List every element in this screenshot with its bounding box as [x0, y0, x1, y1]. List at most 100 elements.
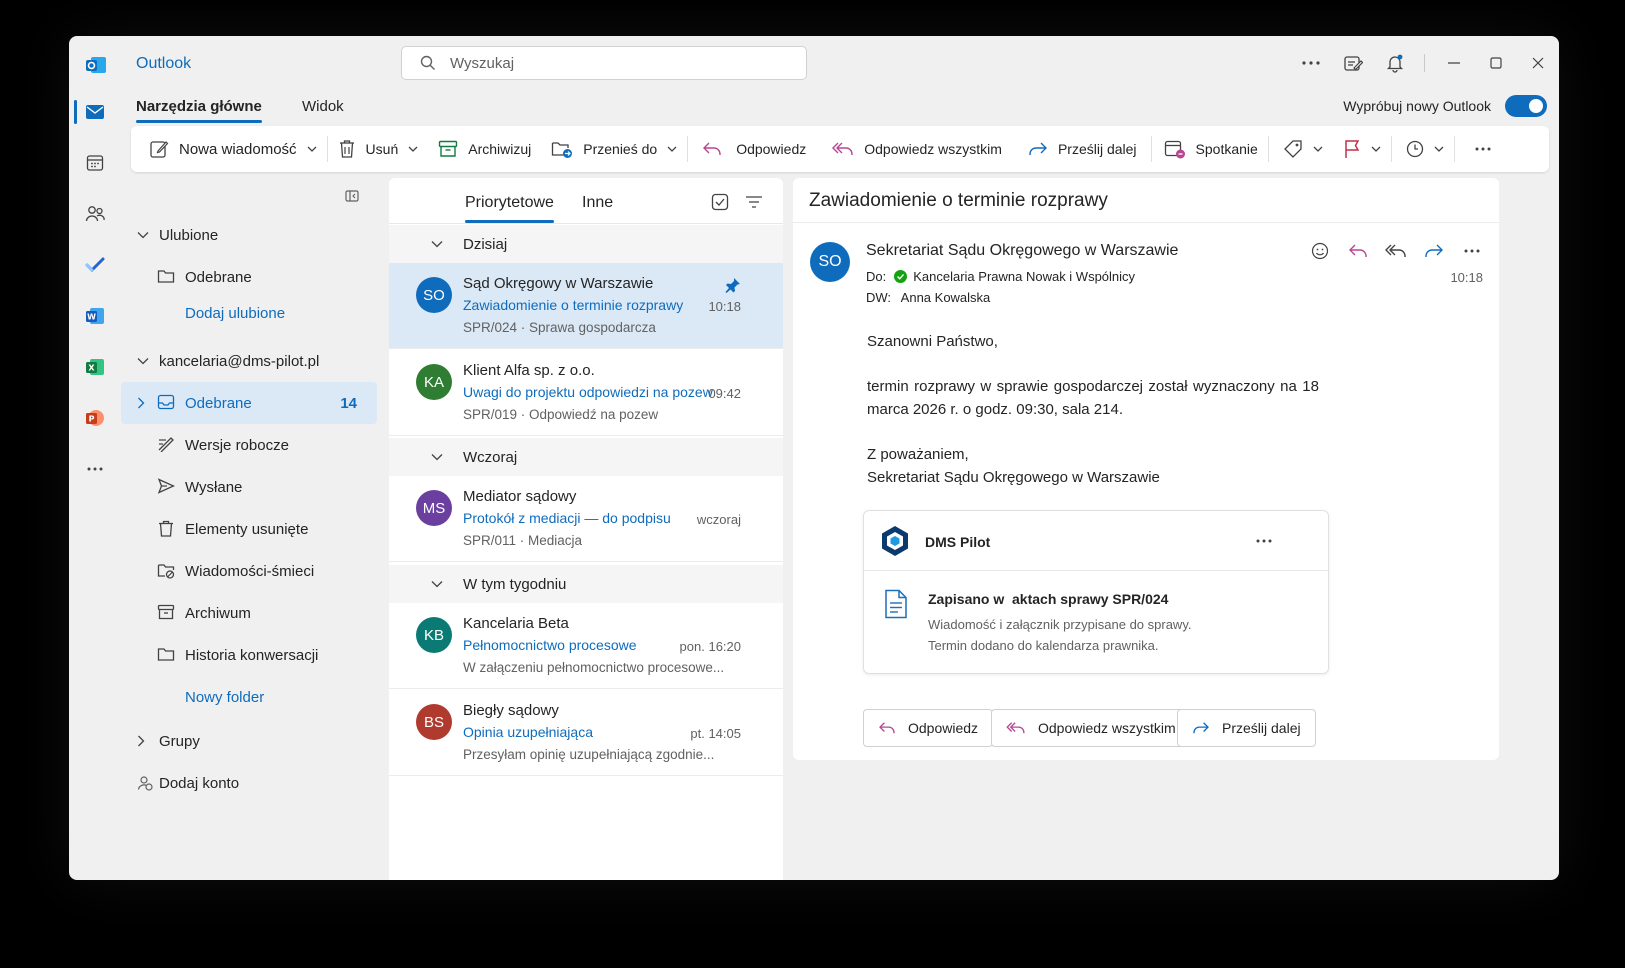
close-button[interactable] [1517, 46, 1559, 80]
tab-focused[interactable]: Priorytetowe [465, 194, 554, 223]
maximize-button[interactable] [1475, 46, 1517, 80]
meeting-button[interactable]: Spotkanie [1152, 126, 1268, 172]
reply-all-action-label: Odpowiedz wszystkim [1038, 720, 1176, 736]
filter-icon[interactable] [745, 196, 763, 208]
new-message-button[interactable]: Nowa wiadomość [131, 126, 327, 172]
title-bar-separator [1424, 54, 1425, 72]
tab-other[interactable]: Inne [582, 194, 613, 212]
forward-button[interactable]: Prześlij dalej [1018, 126, 1151, 172]
new-folder-link[interactable]: Nowy folder [121, 676, 377, 718]
group-header-today[interactable]: Dzisiaj [389, 225, 783, 263]
rail-todo[interactable] [69, 245, 121, 285]
word-icon: W [86, 308, 104, 324]
email-actions [1301, 234, 1491, 268]
email-reply-icon-button[interactable] [1339, 234, 1377, 268]
cc-recipient[interactable]: Anna Kowalska [901, 290, 991, 305]
group-label: Wczoraj [463, 448, 518, 466]
reply-all-action-button[interactable]: Odpowiedz wszystkim [991, 709, 1191, 747]
folder-item-inbox[interactable]: Odebrane 14 [121, 382, 377, 424]
email-signature: Sekretariat Sądu Okręgowego w Warszawie [867, 469, 1160, 486]
email-more-button[interactable] [1453, 234, 1491, 268]
reply-button[interactable]: Odpowiedz [688, 126, 822, 172]
group-header-yesterday[interactable]: Wczoraj [389, 438, 783, 476]
email-forward-icon-button[interactable] [1415, 234, 1453, 268]
folder-item-conversation-history[interactable]: Historia konwersacji [121, 634, 377, 676]
rail-people[interactable] [69, 194, 121, 234]
message-item[interactable]: KA Klient Alfa sp. z o.o. Uwagi do proje… [389, 350, 783, 436]
more-horizontal-icon[interactable] [1256, 539, 1272, 543]
chevron-down-icon[interactable] [1313, 146, 1323, 152]
reply-all-button[interactable]: Odpowiedz wszystkim [822, 126, 1018, 172]
reply-action-button[interactable]: Odpowiedz [863, 709, 994, 747]
message-item[interactable]: BS Biegły sądowy Opinia uzupełniająca Pr… [389, 690, 783, 776]
tab-view[interactable]: Widok [302, 98, 344, 115]
minimize-button[interactable] [1433, 46, 1475, 80]
group-header-this-week[interactable]: W tym tygodniu [389, 565, 783, 603]
folder-item-deleted[interactable]: Elementy usunięte [121, 508, 377, 550]
rail-excel[interactable]: X [69, 347, 121, 387]
message-time: wczoraj [696, 512, 741, 527]
folder-item-drafts[interactable]: Wersje robocze [121, 424, 377, 466]
rail-more-apps[interactable] [69, 449, 121, 489]
chevron-down-icon [137, 358, 149, 365]
email-time: 10:18 [1450, 270, 1483, 285]
my-day-button[interactable] [1332, 46, 1374, 80]
groups-header[interactable]: Grupy [121, 720, 377, 762]
app-rail: W X P [69, 92, 121, 880]
email-cc: DW: Anna Kowalska [866, 290, 990, 305]
archive-button[interactable]: Archiwizuj [428, 126, 541, 172]
toolbar-more-button[interactable] [1455, 126, 1501, 172]
folder-item-archive[interactable]: Archiwum [121, 592, 377, 634]
sender-avatar[interactable]: SO [810, 242, 850, 282]
to-recipient[interactable]: Kancelaria Prawna Nowak i Wspólnicy [913, 269, 1135, 284]
collapse-pane-icon[interactable] [345, 190, 359, 202]
chevron-down-icon[interactable] [1434, 146, 1444, 152]
email-body-text: termin rozprawy w sprawie gospodarczej z… [867, 378, 1319, 418]
chevron-right-icon[interactable] [137, 397, 145, 409]
rail-word[interactable]: W [69, 296, 121, 336]
move-to-button[interactable]: Przenieś do [541, 126, 687, 172]
add-account-button[interactable]: Dodaj konto [121, 762, 377, 804]
more-options-button[interactable] [1290, 46, 1332, 80]
chevron-down-icon[interactable] [1371, 146, 1381, 152]
message-time: pon. 16:20 [679, 639, 741, 654]
more-horizontal-icon [87, 467, 103, 471]
chevron-down-icon[interactable] [667, 146, 677, 152]
react-button[interactable] [1301, 234, 1339, 268]
notifications-button[interactable] [1374, 46, 1416, 80]
message-item[interactable]: KB Kancelaria Beta Pełnomocnictwo proces… [389, 603, 783, 689]
chevron-down-icon[interactable] [408, 146, 418, 152]
add-favorite-link[interactable]: Dodaj ulubione [121, 292, 377, 334]
email-sender[interactable]: Sekretariat Sądu Okręgowego w Warszawie [866, 242, 1178, 260]
archive-icon [439, 140, 458, 157]
card-header: DMS Pilot [864, 511, 1328, 571]
message-time: 09:42 [708, 386, 741, 401]
delete-button[interactable]: Usuń [328, 126, 429, 172]
search-input[interactable] [450, 54, 770, 72]
categorize-button[interactable] [1269, 126, 1333, 172]
trash-icon [339, 140, 354, 158]
forward-action-button[interactable]: Prześlij dalej [1177, 709, 1316, 747]
pin-icon[interactable] [725, 277, 741, 293]
snooze-button[interactable] [1392, 126, 1454, 172]
addin-status-line: Wiadomość i załącznik przypisane do spra… [928, 617, 1192, 632]
message-sender: Sąd Okręgowy w Warszawie [463, 275, 654, 292]
account-header[interactable]: kancelaria@dms-pilot.pl [121, 340, 377, 382]
search-box[interactable] [401, 46, 807, 80]
email-subject: Zawiadomienie o terminie rozprawy [809, 190, 1108, 211]
folder-item-sent[interactable]: Wysłane [121, 466, 377, 508]
tab-home[interactable]: Narzędzia główne [136, 98, 262, 123]
try-new-outlook-toggle[interactable] [1505, 95, 1547, 117]
chevron-down-icon[interactable] [307, 146, 317, 152]
folder-item-junk[interactable]: Wiadomości-śmieci [121, 550, 377, 592]
rail-calendar[interactable] [69, 143, 121, 183]
rail-powerpoint[interactable]: P [69, 398, 121, 438]
message-item[interactable]: SO Sąd Okręgowy w Warszawie Zawiadomieni… [389, 263, 783, 349]
select-check-icon[interactable] [711, 193, 729, 211]
favorites-header[interactable]: Ulubione [121, 214, 377, 256]
rail-mail[interactable] [69, 92, 121, 132]
message-item[interactable]: MS Mediator sądowy Protokół z mediacji —… [389, 476, 783, 562]
flag-button[interactable] [1333, 126, 1391, 172]
email-reply-all-icon-button[interactable] [1377, 234, 1415, 268]
folder-item-label: Odebrane [185, 394, 252, 412]
